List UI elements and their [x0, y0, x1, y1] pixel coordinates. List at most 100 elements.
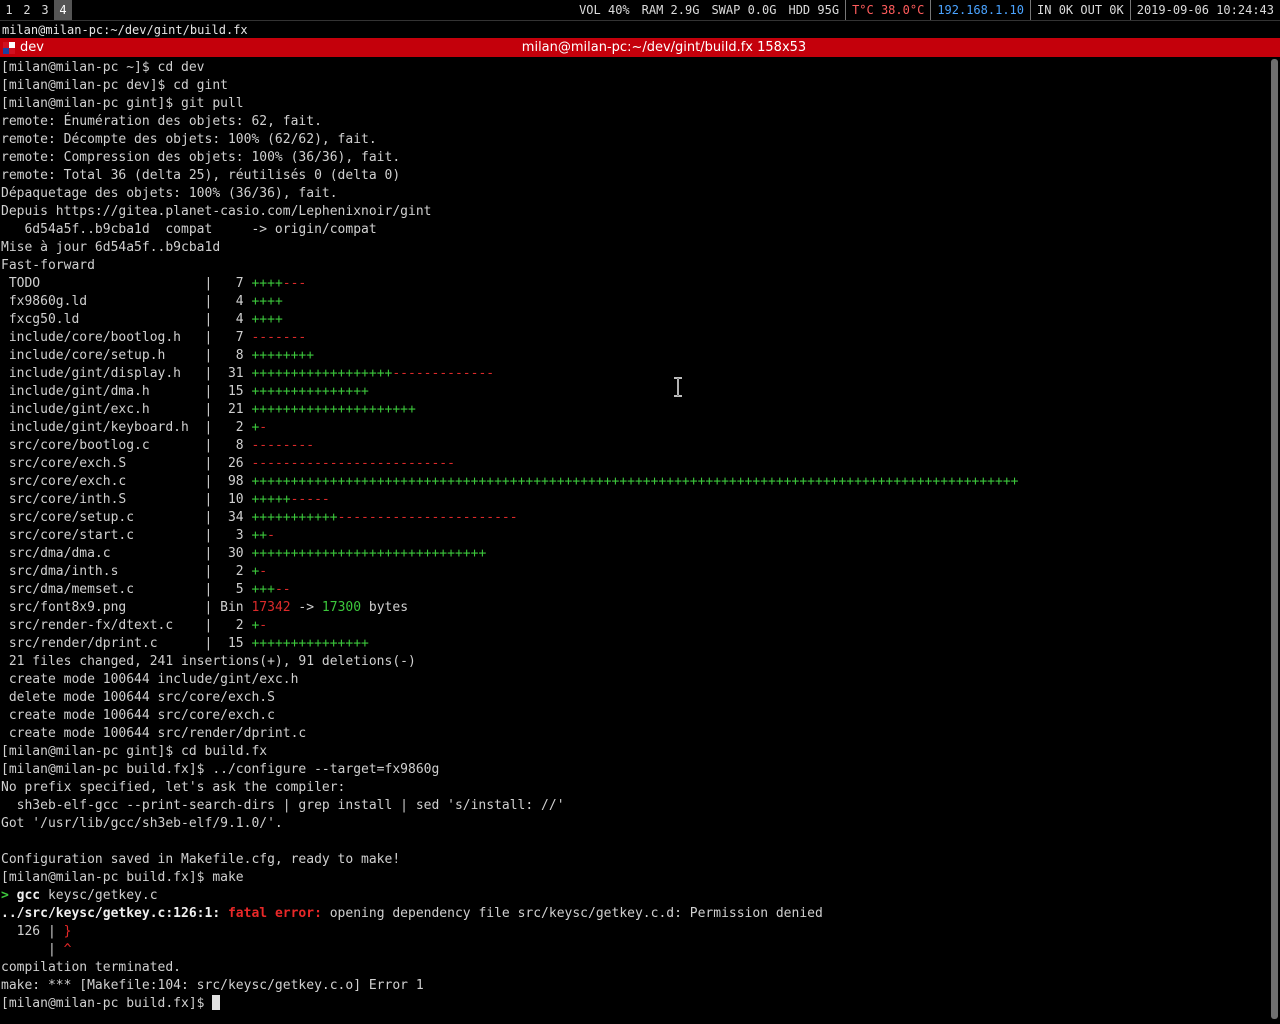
diffstat-count: 2 [220, 564, 244, 579]
gcc-compile-line: > gcc keysc/getkey.c [1, 888, 158, 903]
ibeam-cursor-icon [674, 377, 682, 397]
diffstat-line: src/dma/inth.s | 2 +- [0, 563, 1266, 581]
hdd-indicator: HDD 95G [782, 0, 847, 20]
diffstat-file: src/dma/memset.c [1, 582, 205, 597]
diffstat-bin-line: src/font8x9.png | Bin 17342 -> 17300 byt… [1, 600, 409, 615]
diffstat-deletions: ------------- [392, 366, 495, 381]
diffstat-deletions: -------- [251, 438, 315, 453]
shell-prompt-line[interactable]: [milan@milan-pc build.fx]$ [0, 995, 1266, 1013]
diffstat-file: src/core/exch.S [1, 456, 205, 471]
diffstat-file: fx9860g.ld [1, 294, 205, 309]
diffstat-separator: | [204, 348, 221, 363]
diffstat-insertions: ++++++++++++++++++ [251, 366, 393, 381]
diffstat-line: src/render-fx/dtext.c | 2 +- [0, 617, 1266, 635]
diffstat-deletions: - [259, 420, 268, 435]
diffstat-separator: | [204, 492, 221, 507]
diffstat-separator: | [204, 528, 221, 543]
error-caret-line: | ^ [1, 942, 72, 957]
output-line: Mise à jour 6d54a5f..b9cba1d [1, 240, 221, 255]
diffstat-separator: | [204, 474, 221, 489]
terminal-tab-bar[interactable]: dev milan@milan-pc:~/dev/gint/build.fx 1… [0, 38, 1280, 57]
terminal-scrollbar[interactable] [1268, 59, 1280, 1024]
diffstat-file: src/core/inth.S [1, 492, 205, 507]
diffstat-insertions: ++++ [251, 312, 283, 327]
diffstat-insertions: +++++ [251, 492, 291, 507]
diffstat-line: include/gint/display.h | 31 ++++++++++++… [0, 365, 1266, 383]
diffstat-insertions: +++ [251, 582, 275, 597]
diffstat-file: src/render-fx/dtext.c [1, 618, 205, 633]
volume-indicator[interactable]: VOL 40% [573, 0, 636, 20]
workspace-3[interactable]: 3 [36, 0, 54, 20]
diffstat-separator: | [204, 636, 221, 651]
diffstat-file: src/render/dprint.c [1, 636, 205, 651]
diffstat-insertions: ++++++++++++++++++++++++++++++++++++++++… [251, 474, 1019, 489]
output-line: [milan@milan-pc ~]$ cd dev [1, 60, 205, 75]
diffstat-separator: | [204, 276, 221, 291]
output-line: Depuis https://gitea.planet-casio.com/Le… [1, 204, 432, 219]
diffstat-separator: | [204, 546, 221, 561]
diffstat-insertions: ++++++++++++++++++++++++++++++ [251, 546, 487, 561]
diffstat-file: src/core/bootlog.c [1, 438, 205, 453]
terminal-output[interactable]: [milan@milan-pc ~]$ cd dev [milan@milan-p… [0, 59, 1266, 1024]
tab-title: milan@milan-pc:~/dev/gint/build.fx 158x5… [521, 40, 807, 55]
diffstat-file: include/core/setup.h [1, 348, 205, 363]
workspace-1[interactable]: 1 [0, 0, 18, 20]
workspace-4[interactable]: 4 [54, 0, 72, 20]
output-line: 21 files changed, 241 insertions(+), 91 … [1, 654, 416, 669]
diffstat-count: 2 [220, 618, 244, 633]
diffstat-separator: | [204, 366, 221, 381]
diffstat-count: 8 [220, 438, 244, 453]
diffstat-count: 30 [220, 546, 244, 561]
window-title: milan@milan-pc:~/dev/gint/build.fx [0, 20, 1280, 38]
top-status-bar: 1 2 3 4 VOL 40% RAM 2.9G SWAP 0.0G HDD 9… [0, 0, 1280, 20]
diffstat-count: 5 [220, 582, 244, 597]
diffstat-insertions: ++++ [251, 294, 283, 309]
diffstat-line: include/gint/keyboard.h | 2 +- [0, 419, 1266, 437]
network-traffic-indicator: IN 0K OUT 0K [1031, 0, 1131, 20]
diffstat-insertions: ++++ [251, 276, 283, 291]
output-line: remote: Compression des objets: 100% (36… [1, 150, 401, 165]
diffstat-separator: | [204, 438, 221, 453]
output-line: create mode 100644 src/render/dprint.c [1, 726, 307, 741]
diffstat-insertions: +++++++++++++++ [251, 384, 369, 399]
diffstat-separator: | [204, 402, 221, 417]
diffstat-count: 34 [220, 510, 244, 525]
diffstat-separator: | [204, 564, 221, 579]
scrollbar-thumb[interactable] [1271, 59, 1278, 1019]
diffstat-line: fxcg50.ld | 4 ++++ [0, 311, 1266, 329]
output-line: Dépaquetage des objets: 100% (36/36), fa… [1, 186, 338, 201]
diffstat-line: include/gint/dma.h | 15 +++++++++++++++ [0, 383, 1266, 401]
diffstat-line: fx9860g.ld | 4 ++++ [0, 293, 1266, 311]
diffstat-line: include/core/bootlog.h | 7 ------- [0, 329, 1266, 347]
output-line: remote: Énumération des objets: 62, fait… [1, 114, 322, 129]
output-line: create mode 100644 include/gint/exc.h [1, 672, 299, 687]
diffstat-separator: | [204, 420, 221, 435]
output-line: [milan@milan-pc gint]$ cd build.fx [1, 744, 268, 759]
output-line: 6d54a5f..b9cba1d compat -> origin/compat [1, 222, 377, 237]
output-line: Got '/usr/lib/gcc/sh3eb-elf/9.1.0/'. [1, 816, 283, 831]
output-line: [milan@milan-pc build.fx]$ make [1, 870, 244, 885]
output-line: [milan@milan-pc dev]$ cd gint [1, 78, 228, 93]
diffstat-deletions: - [267, 528, 275, 543]
diffstat-count: 3 [220, 528, 244, 543]
diffstat-count: 10 [220, 492, 244, 507]
error-code-line: 126 | } [1, 924, 72, 939]
diffstat-file: TODO [1, 276, 205, 291]
diffstat-file: include/gint/dma.h [1, 384, 205, 399]
diffstat-line: include/core/setup.h | 8 ++++++++ [0, 347, 1266, 365]
output-line: remote: Décompte des objets: 100% (62/62… [1, 132, 377, 147]
diffstat-count: 7 [220, 276, 244, 291]
diffstat-count: 15 [220, 636, 244, 651]
diffstat-file: src/core/setup.c [1, 510, 205, 525]
diffstat-line: src/core/bootlog.c | 8 -------- [0, 437, 1266, 455]
diffstat-file: fxcg50.ld [1, 312, 205, 327]
diffstat-count: 4 [220, 294, 244, 309]
diffstat-insertions: +++++++++++ [251, 510, 338, 525]
clock: 2019-09-06 10:24:43 [1136, 3, 1274, 17]
diffstat-deletions: ----- [290, 492, 330, 507]
diffstat-line: TODO | 7 ++++--- [0, 275, 1266, 293]
workspace-2[interactable]: 2 [18, 0, 36, 20]
diffstat-line: include/gint/exc.h | 21 ++++++++++++++++… [0, 401, 1266, 419]
diffstat-file: include/gint/keyboard.h [1, 420, 205, 435]
